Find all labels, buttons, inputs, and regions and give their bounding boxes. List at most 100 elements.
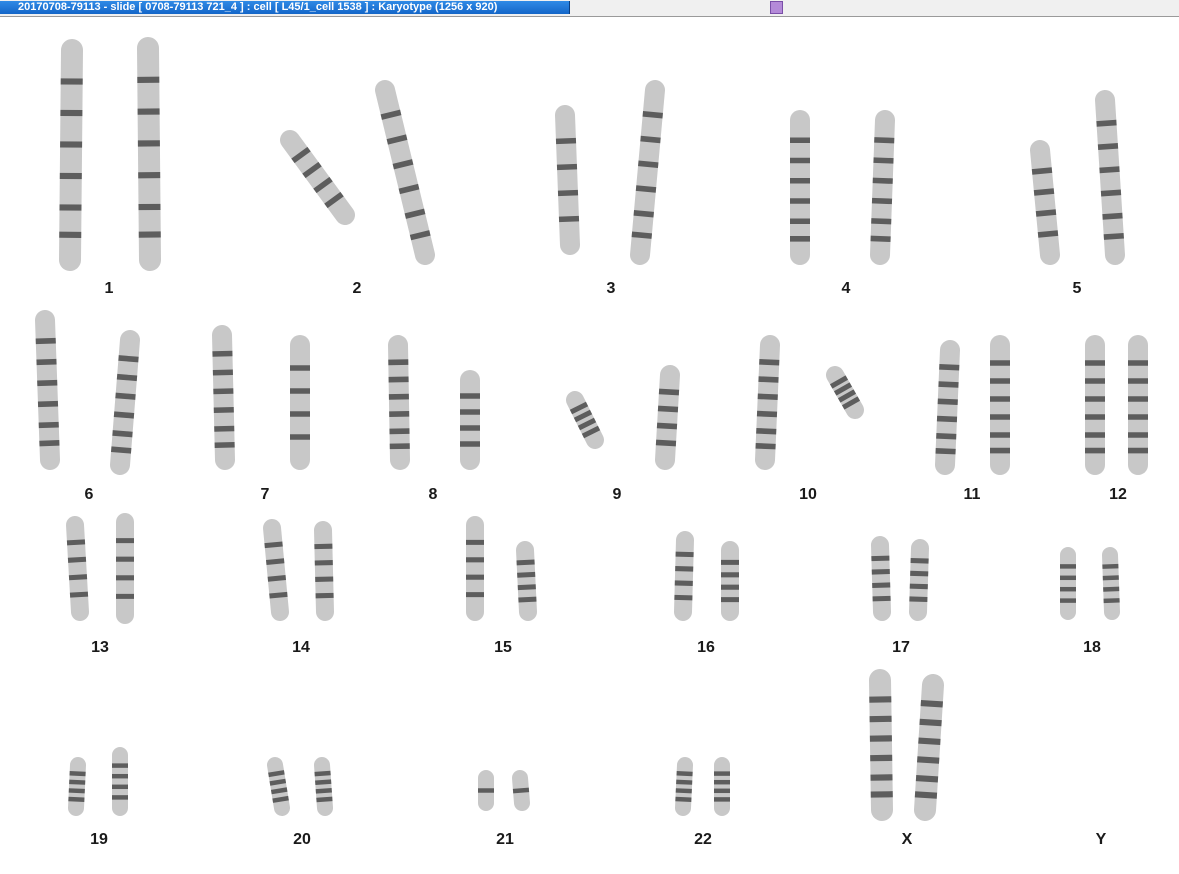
chromosome-band	[871, 555, 890, 562]
chromosome-band	[755, 442, 776, 450]
chromosome-band	[759, 359, 780, 366]
chromosome-band	[1035, 209, 1057, 217]
chromosome-band	[918, 737, 941, 746]
chromosome-band	[658, 388, 680, 396]
chromosome-14[interactable]	[314, 521, 334, 621]
chromosome-label-14: 14	[292, 639, 310, 656]
chromosome-band	[556, 163, 578, 171]
chromosome-label-17: 17	[892, 639, 910, 656]
chromatid-body	[909, 539, 929, 621]
chromosome-11[interactable]	[990, 335, 1010, 475]
chromosome-band	[1096, 119, 1117, 127]
chromosome-1[interactable]	[59, 39, 83, 271]
chromosome-band	[266, 558, 285, 565]
chromosome-16[interactable]	[721, 541, 739, 621]
chromosome-band	[640, 135, 661, 144]
chromosome-14[interactable]	[263, 519, 289, 621]
chromosome-band	[935, 447, 956, 455]
chromosome-10[interactable]	[755, 335, 780, 470]
chromosome-band	[1103, 232, 1124, 240]
chromosome-1[interactable]	[137, 37, 161, 271]
chromosome-band	[871, 569, 890, 575]
chromatid-body	[280, 130, 355, 225]
chromosome-15[interactable]	[466, 516, 484, 621]
chromosome-17[interactable]	[909, 539, 929, 621]
chromosome-7[interactable]	[290, 335, 310, 470]
chromatid-body	[314, 521, 334, 621]
chromosome-10[interactable]	[826, 366, 864, 419]
chromosome-band	[909, 596, 928, 602]
chromosome-3[interactable]	[630, 80, 665, 265]
scroll-thumb[interactable]	[770, 1, 783, 14]
chromosome-band	[316, 796, 333, 803]
chromosome-band	[558, 215, 580, 223]
chromatid-body	[655, 365, 680, 470]
chromosome-band	[872, 595, 891, 602]
chromosome-20[interactable]	[314, 757, 333, 816]
chromosome-2[interactable]	[280, 130, 355, 225]
chromosome-12[interactable]	[1085, 335, 1105, 475]
chromosome-22[interactable]	[714, 757, 730, 816]
chromosome-band	[642, 111, 663, 119]
chromatid-body	[555, 105, 580, 255]
chromosome-12[interactable]	[1128, 335, 1148, 475]
chromosome-9[interactable]	[655, 365, 680, 470]
chromosome-13[interactable]	[116, 513, 134, 624]
chromosome-13[interactable]	[66, 516, 89, 621]
chromosome-6[interactable]	[110, 330, 140, 475]
chromosome-band	[118, 355, 139, 363]
chromosome-17[interactable]	[871, 536, 891, 621]
chromosome-band	[115, 392, 136, 400]
chromosome-20[interactable]	[267, 757, 290, 816]
chromosome-band	[920, 699, 943, 708]
chromosome-16[interactable]	[674, 531, 694, 621]
chromosome-band	[939, 364, 960, 371]
chromosome-band	[675, 796, 692, 803]
chromosome-x[interactable]	[869, 669, 893, 821]
chromosome-4[interactable]	[870, 110, 895, 265]
chromosome-band	[270, 787, 288, 795]
chromosome-18[interactable]	[1102, 547, 1120, 620]
chromosome-band	[936, 415, 958, 423]
chromosome-label-12: 12	[1109, 486, 1127, 503]
chromosome-band	[517, 571, 536, 578]
chromosome-band	[872, 582, 891, 588]
chromosome-11[interactable]	[935, 340, 960, 475]
chromosome-band	[1102, 563, 1119, 569]
chromosome-band	[272, 795, 289, 803]
chromatid-body	[871, 536, 891, 621]
chromosome-9[interactable]	[566, 391, 604, 449]
chromosome-band	[675, 788, 692, 794]
chromosome-band	[1103, 586, 1120, 592]
chromosome-15[interactable]	[516, 541, 537, 621]
chromosome-2[interactable]	[375, 80, 435, 265]
chromosome-22[interactable]	[675, 757, 693, 816]
chromosome-8[interactable]	[460, 370, 480, 470]
chromosome-band	[268, 770, 285, 778]
chromosome-21[interactable]	[512, 770, 530, 811]
chromosome-21[interactable]	[478, 770, 494, 811]
chromosome-x[interactable]	[914, 674, 944, 821]
chromosome-18[interactable]	[1060, 547, 1076, 620]
chromatid-body	[674, 531, 694, 621]
chromosome-19[interactable]	[112, 747, 128, 816]
chromosome-5[interactable]	[1030, 140, 1060, 265]
chromosome-7[interactable]	[212, 325, 235, 470]
chromosome-label-3: 3	[606, 280, 616, 297]
chromosome-19[interactable]	[68, 757, 86, 816]
chromosome-band	[269, 778, 287, 786]
chromosome-band	[516, 559, 535, 566]
chromosome-4[interactable]	[790, 110, 810, 265]
chromosome-8[interactable]	[388, 335, 410, 470]
chromosome-6[interactable]	[35, 310, 60, 470]
chromosome-band	[915, 774, 939, 783]
chromosome-band	[937, 398, 958, 405]
chromosome-3[interactable]	[555, 105, 580, 255]
chromosome-label-11: 11	[963, 486, 981, 503]
chromosome-label-4: 4	[841, 280, 851, 297]
karyogram	[35, 37, 1148, 821]
chromosome-band	[756, 410, 778, 418]
chromosome-5[interactable]	[1095, 90, 1125, 265]
chromosome-band	[938, 381, 959, 388]
chromosome-label-16: 16	[697, 639, 715, 656]
